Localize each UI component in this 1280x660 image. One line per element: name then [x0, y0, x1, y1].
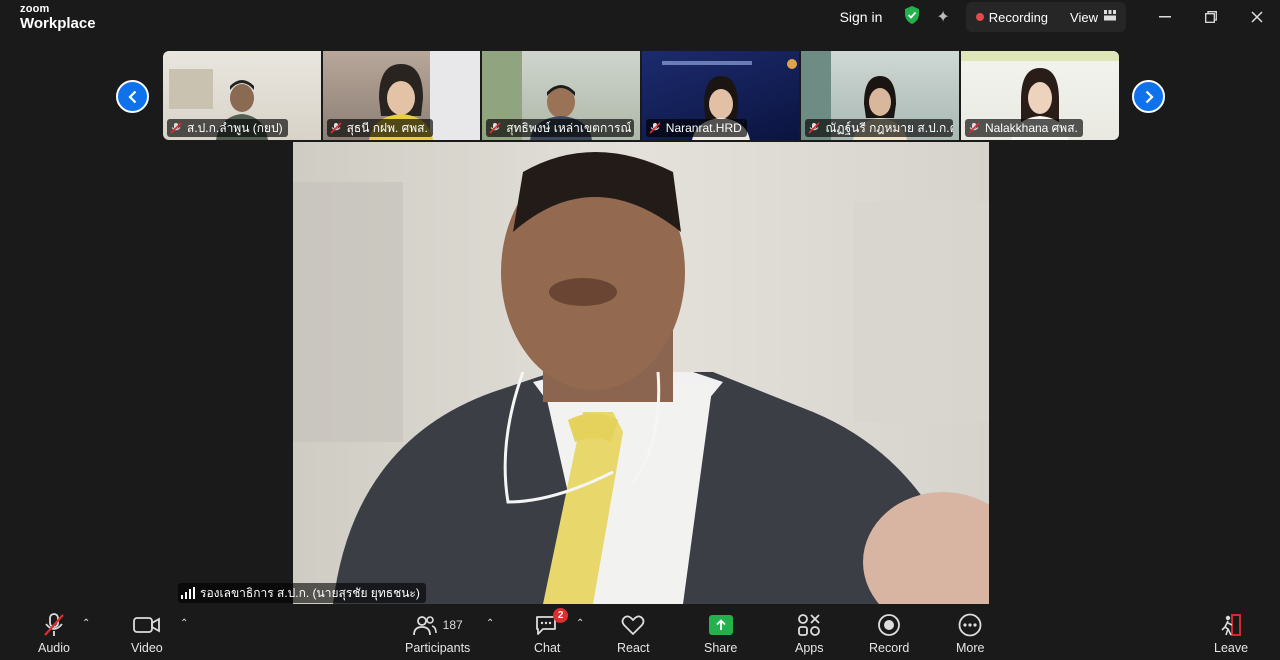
close-icon[interactable]: [1234, 0, 1280, 34]
mic-muted-icon: [330, 122, 342, 134]
participant-name: Naranrat.HRD: [665, 121, 742, 135]
mic-muted-icon: [808, 122, 820, 134]
recording-dot-icon: [975, 13, 984, 21]
chat-label: Chat: [534, 641, 561, 655]
grid-view-icon[interactable]: [1104, 8, 1116, 26]
record-button[interactable]: Record: [869, 612, 909, 655]
participants-icon: [412, 616, 437, 636]
ai-companion-icon[interactable]: ✦: [936, 7, 949, 27]
recording-view-group: Recording View: [965, 2, 1126, 32]
more-label: More: [956, 641, 985, 655]
active-speaker-video[interactable]: [293, 142, 989, 604]
participant-name-label: สุทธิพงษ์ เหล่าเขตการณ์ ส...: [486, 119, 635, 137]
participant-name: Nalakkhana ศพส.: [984, 120, 1078, 135]
participant-tile[interactable]: ส.ป.ก.ลำพูน (กยป): [163, 51, 321, 140]
share-button[interactable]: Share: [704, 612, 737, 655]
speaker-video-frame: [293, 142, 989, 604]
chat-bubble-icon: 2: [535, 608, 569, 638]
zoom-workplace-logo: zoom Workplace: [20, 3, 96, 32]
share-screen-icon: [708, 615, 733, 635]
apps-label: Apps: [795, 641, 824, 655]
audio-label: Audio: [38, 641, 70, 655]
participant-name-label: Naranrat.HRD: [645, 119, 747, 137]
participant-name: สุทธิพงษ์ เหล่าเขตการณ์ ส...: [506, 120, 634, 135]
participant-name-label: ส.ป.ก.ลำพูน (กยป): [167, 119, 288, 137]
mic-muted-icon: [489, 122, 501, 134]
apps-icon: [797, 612, 821, 638]
participant-name: สุธนี กฝพ. ศพส.: [346, 120, 428, 135]
mic-muted-icon: [170, 122, 182, 134]
participants-options-chevron-icon[interactable]: ⌃: [486, 618, 494, 629]
apps-button[interactable]: Apps: [795, 612, 824, 655]
react-button[interactable]: React: [617, 612, 650, 655]
gallery-prev-button[interactable]: [116, 80, 149, 113]
leave-button[interactable]: Leave: [1214, 612, 1248, 655]
participant-tile[interactable]: สุธนี กฝพ. ศพส.: [322, 51, 481, 140]
more-button[interactable]: More: [956, 612, 984, 655]
recording-indicator[interactable]: Recording: [989, 10, 1048, 25]
audio-button[interactable]: Audio: [38, 612, 70, 655]
chevron-left-icon: [127, 90, 136, 103]
meeting-controls-toolbar: Audio ⌃ Video ⌃ 187 Participants ⌃ 2 Cha…: [0, 604, 1280, 660]
participant-gallery: ส.ป.ก.ลำพูน (กยป) สุธนี กฝพ. ศพส. สุทธิพ…: [163, 51, 1119, 140]
participant-name: ส.ป.ก.ลำพูน (กยป): [187, 120, 283, 135]
chat-button[interactable]: 2 Chat: [534, 608, 569, 655]
mic-muted-icon: [42, 612, 66, 638]
chat-unread-badge: 2: [553, 608, 569, 623]
participants-label: Participants: [405, 641, 471, 655]
video-camera-icon: [132, 612, 161, 638]
mic-muted-icon: [968, 122, 980, 134]
mic-muted-icon: [649, 122, 661, 134]
participant-name-label: Nalakkhana ศพส.: [964, 119, 1083, 137]
participant-tile[interactable]: Naranrat.HRD: [641, 51, 800, 140]
heart-icon: [621, 612, 645, 638]
active-speaker-name-label: รองเลขาธิการ ส.ป.ก. (นายสุรชัย ยุทธชนะ): [178, 583, 426, 603]
participant-tile[interactable]: ณัฏฐ์นรี กฎหมาย ส.ป.ก.ต...: [801, 51, 959, 140]
view-button[interactable]: View: [1070, 10, 1098, 25]
leave-label: Leave: [1214, 641, 1249, 655]
title-bar: zoom Workplace Sign in ✦ Recording View: [0, 0, 1280, 40]
audio-options-chevron-icon[interactable]: ⌃: [82, 618, 90, 629]
participant-name: ณัฏฐ์นรี กฎหมาย ส.ป.ก.ต...: [825, 120, 954, 135]
zoom-meeting-window: zoom Workplace Sign in ✦ Recording View: [0, 0, 1280, 660]
signal-strength-icon: [181, 587, 195, 599]
virtual-background-banner: [642, 57, 799, 69]
record-label: Record: [869, 641, 910, 655]
gallery-next-button[interactable]: [1132, 80, 1165, 113]
video-label: Video: [131, 641, 163, 655]
participants-count: 187: [442, 618, 463, 632]
leave-icon: [1219, 612, 1243, 638]
brand-small: zoom: [20, 3, 50, 15]
participant-name-label: ณัฏฐ์นรี กฎหมาย ส.ป.ก.ต...: [805, 119, 954, 137]
restore-icon[interactable]: [1188, 0, 1234, 34]
sign-in-button[interactable]: Sign in: [840, 9, 883, 25]
video-options-chevron-icon[interactable]: ⌃: [180, 618, 188, 629]
chat-options-chevron-icon[interactable]: ⌃: [576, 618, 584, 629]
react-label: React: [617, 641, 650, 655]
participants-button[interactable]: 187 Participants: [405, 612, 470, 655]
speaker-name: รองเลขาธิการ ส.ป.ก. (นายสุรชัย ยุทธชนะ): [200, 585, 420, 600]
participant-tile[interactable]: สุทธิพงษ์ เหล่าเขตการณ์ ส...: [482, 51, 640, 140]
minimize-icon[interactable]: [1142, 0, 1188, 34]
encryption-shield-icon[interactable]: [904, 5, 920, 29]
title-bar-controls: Sign in ✦ Recording View: [840, 0, 1280, 34]
record-icon: [877, 612, 901, 638]
share-label: Share: [704, 641, 738, 655]
brand-name: Workplace: [20, 15, 96, 32]
more-options-icon: [958, 612, 982, 638]
chevron-right-icon: [1145, 90, 1154, 103]
participant-tile[interactable]: Nalakkhana ศพส.: [960, 51, 1119, 140]
participant-name-label: สุธนี กฝพ. ศพส.: [326, 119, 433, 137]
video-button[interactable]: Video: [131, 612, 163, 655]
